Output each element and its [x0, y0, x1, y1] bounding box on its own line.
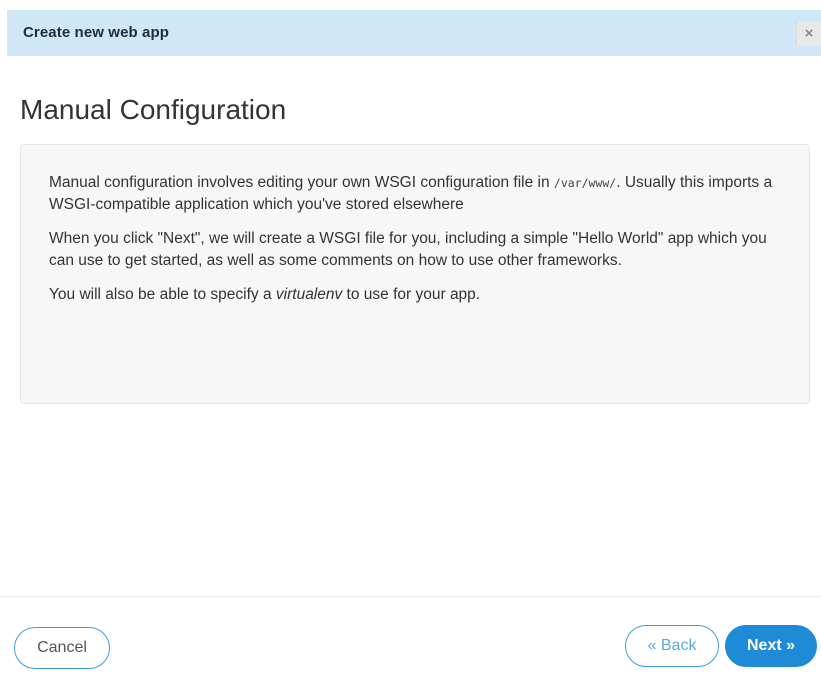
info-panel: Manual configuration involves editing yo… [20, 144, 810, 404]
info-paragraph-next: When you click "Next", we will create a … [49, 230, 767, 269]
dialog-header: Create new web app × [7, 10, 821, 56]
next-button[interactable]: Next » [725, 625, 817, 667]
virtualenv-term: virtualenv [275, 286, 343, 303]
config-path: /var/www/ [553, 176, 617, 190]
back-button[interactable]: « Back [625, 625, 719, 667]
footer-divider [0, 596, 821, 597]
page-title: Manual Configuration [20, 94, 287, 125]
create-web-app-dialog: Create new web app × Manual Configuratio… [0, 0, 821, 676]
dialog-title: Create new web app [23, 24, 170, 41]
info-paragraph-config: Manual configuration involves editing yo… [49, 174, 773, 213]
close-icon[interactable]: × [796, 22, 821, 46]
info-paragraph-virtualenv: You will also be able to specify a virtu… [49, 286, 481, 303]
cancel-button[interactable]: Cancel [14, 627, 110, 669]
